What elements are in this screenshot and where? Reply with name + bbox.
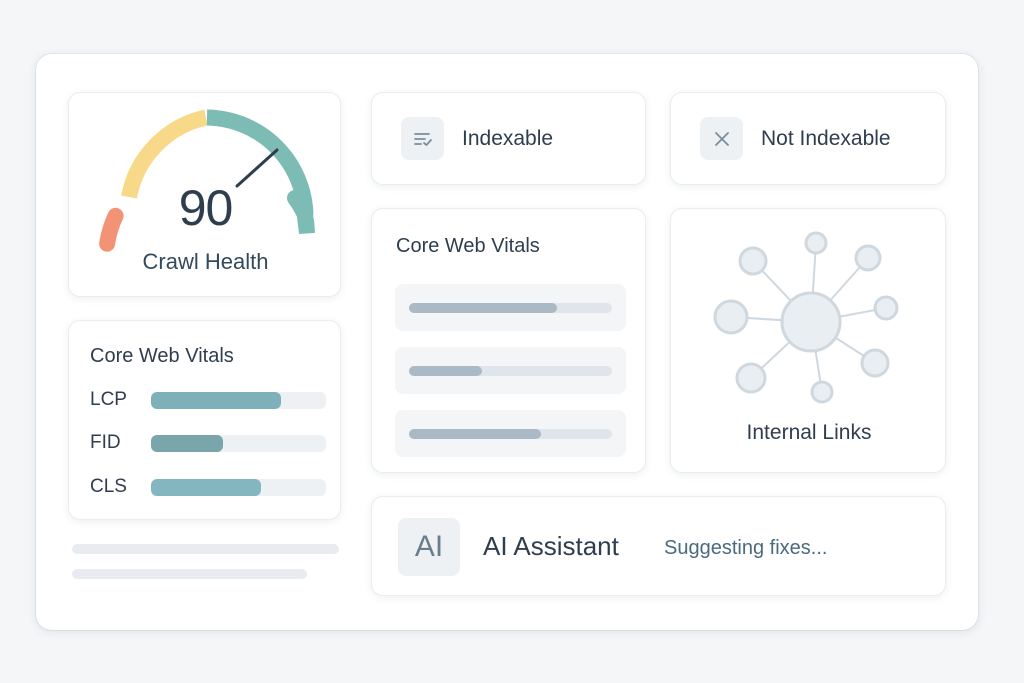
metric-track bbox=[151, 435, 326, 452]
core-web-vitals-card[interactable]: Core Web Vitals LCP FID CLS bbox=[68, 320, 341, 520]
indexable-label: Indexable bbox=[462, 127, 554, 150]
core-web-vitals-title: Core Web Vitals bbox=[90, 345, 234, 367]
crawl-health-score: 90 bbox=[178, 180, 234, 236]
metric-label: FID bbox=[90, 432, 121, 453]
crawl-health-card[interactable]: 90 Crawl Health bbox=[68, 92, 341, 297]
vital-bar-item bbox=[395, 284, 626, 331]
vital-bar-track bbox=[409, 429, 612, 439]
metric-row-lcp: LCP bbox=[90, 388, 326, 412]
metric-fill bbox=[151, 392, 281, 409]
vital-bar-track bbox=[409, 366, 612, 376]
crawl-health-label: Crawl Health bbox=[142, 249, 269, 274]
vital-bar-fill bbox=[409, 429, 541, 439]
metric-track bbox=[151, 479, 326, 496]
metric-row-fid: FID bbox=[90, 431, 326, 455]
ai-assistant-status: Suggesting fixes... bbox=[664, 537, 828, 559]
vital-bar-track bbox=[409, 303, 612, 313]
vital-bar-item bbox=[395, 410, 626, 457]
internal-links-label: Internal Links bbox=[746, 421, 872, 444]
indexable-card[interactable]: Indexable bbox=[371, 92, 646, 185]
not-indexable-label: Not Indexable bbox=[761, 127, 891, 150]
vital-bar-fill bbox=[409, 303, 558, 313]
vital-bar-fill bbox=[409, 366, 483, 376]
internal-links-card[interactable]: Internal Links bbox=[670, 208, 946, 473]
metric-fill bbox=[151, 479, 262, 496]
core-web-vitals-detail-title: Core Web Vitals bbox=[396, 235, 540, 257]
metric-row-cls: CLS bbox=[90, 475, 326, 499]
vital-bar-item bbox=[395, 347, 626, 394]
metric-track bbox=[151, 392, 326, 409]
placeholder-line bbox=[72, 544, 339, 554]
core-web-vitals-detail-card[interactable]: Core Web Vitals bbox=[371, 208, 646, 473]
sort-list-icon bbox=[401, 117, 444, 160]
ai-badge: AI bbox=[398, 518, 460, 576]
close-icon bbox=[700, 117, 743, 160]
metric-label: LCP bbox=[90, 389, 127, 410]
ai-assistant-title: AI Assistant bbox=[483, 531, 619, 561]
not-indexable-card[interactable]: Not Indexable bbox=[670, 92, 946, 185]
ai-assistant-card[interactable]: AI AI Assistant Suggesting fixes... bbox=[371, 496, 946, 596]
metric-label: CLS bbox=[90, 476, 127, 497]
metric-fill bbox=[151, 435, 223, 452]
placeholder-line bbox=[72, 569, 307, 579]
